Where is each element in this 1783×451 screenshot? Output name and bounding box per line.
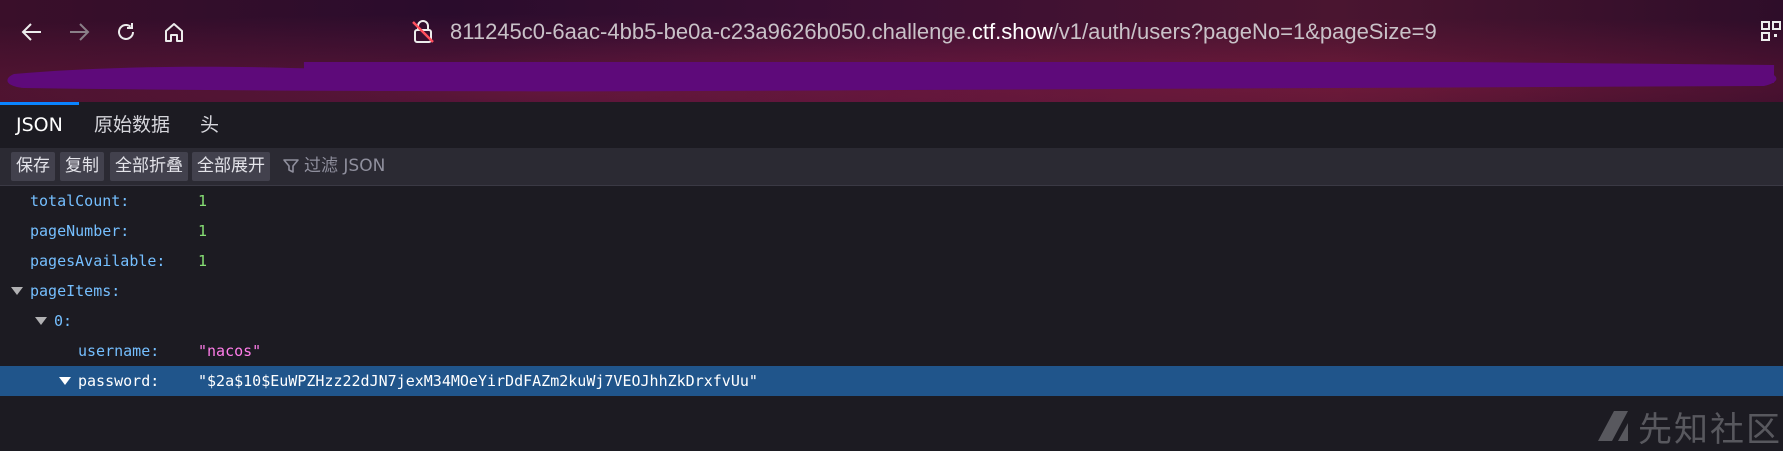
expand-toggle-icon[interactable] [11,287,23,295]
filter-json-input[interactable] [304,152,704,181]
json-row-item-0[interactable]: 0: [0,306,1783,336]
home-button[interactable] [156,14,192,50]
json-value: 1 [198,192,208,210]
save-button[interactable]: 保存 [11,152,55,181]
tab-headers[interactable]: 头 [184,102,235,148]
json-value: 1 [198,252,208,270]
json-row-totalcount[interactable]: totalCount: 1 [0,186,1783,216]
tab-json[interactable]: JSON [0,102,79,148]
json-row-password[interactable]: password: "$2a$10$EuWPZHzz22dJN7jexM34MO… [0,366,1783,396]
json-row-pageitems[interactable]: pageItems: [0,276,1783,306]
watermark-logo-icon [1598,411,1628,441]
qr-icon[interactable] [1760,20,1782,42]
browser-toolbar: 811245c0-6aac-4bb5-be0a-c23a9626b050.cha… [0,0,1783,102]
url-bar[interactable]: 811245c0-6aac-4bb5-be0a-c23a9626b050.cha… [450,14,1437,50]
lock-insecure-icon[interactable] [410,19,436,45]
viewer-toolbar: 保存 复制 全部折叠 全部展开 [0,148,1783,186]
json-row-username[interactable]: username: "nacos" [0,336,1783,366]
json-value: "nacos" [198,342,262,360]
watermark: 先知社区 [1596,404,1782,450]
watermark-text: 先知社区 [1638,409,1782,450]
filter-icon [283,159,299,173]
expand-all-button[interactable]: 全部展开 [192,152,270,181]
back-button[interactable] [14,14,50,50]
json-key: totalCount: [30,192,130,210]
json-value: 1 [198,222,208,240]
json-key: 0: [54,312,73,330]
back-icon [21,23,41,41]
expand-toggle-icon[interactable] [35,317,47,325]
collapse-all-button[interactable]: 全部折叠 [110,152,188,181]
home-icon [165,23,183,42]
url-host: ctf.show [971,19,1053,44]
json-row-pagenumber[interactable]: pageNumber: 1 [0,216,1783,246]
url-prefix: 811245c0-6aac-4bb5-be0a-c23a9626b050.cha… [450,19,972,44]
tab-raw-data[interactable]: 原始数据 [78,102,186,148]
viewer-tabs: JSON 原始数据 头 [0,102,1783,149]
expand-toggle-icon[interactable] [59,377,71,385]
json-key: password: [78,372,160,390]
json-key: pageItems: [30,282,121,300]
copy-button[interactable]: 复制 [60,152,104,181]
json-key: pageNumber: [30,222,130,240]
forward-icon [70,23,90,41]
reload-icon [118,23,134,40]
json-value: "$2a$10$EuWPZHzz22dJN7jexM34MOeYirDdFAZm… [198,372,758,390]
json-row-pagesavailable[interactable]: pagesAvailable: 1 [0,246,1783,276]
reload-button[interactable] [108,14,144,50]
json-key: pagesAvailable: [30,252,166,270]
redaction-scribble [7,62,1777,92]
json-key: username: [78,342,160,360]
url-path: /v1/auth/users?pageNo=1&pageSize=9 [1052,19,1437,44]
forward-button[interactable] [61,14,97,50]
